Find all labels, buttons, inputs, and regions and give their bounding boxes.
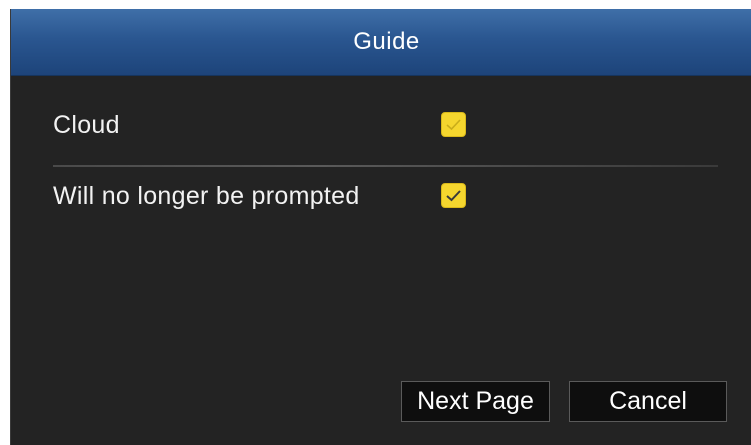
no-prompt-label: Will no longer be prompted <box>53 182 360 210</box>
next-page-button[interactable]: Next Page <box>401 381 550 422</box>
guide-dialog: Guide Cloud Will no longer be prompted N… <box>10 9 751 445</box>
dialog-titlebar: Guide <box>11 9 751 76</box>
section-divider <box>53 165 718 167</box>
check-icon <box>446 190 461 202</box>
no-prompt-checkbox[interactable] <box>441 183 466 208</box>
cloud-checkbox[interactable] <box>441 112 466 137</box>
check-icon <box>446 119 461 131</box>
cancel-button[interactable]: Cancel <box>569 381 727 422</box>
cloud-label: Cloud <box>53 111 120 139</box>
dialog-title: Guide <box>353 28 420 55</box>
